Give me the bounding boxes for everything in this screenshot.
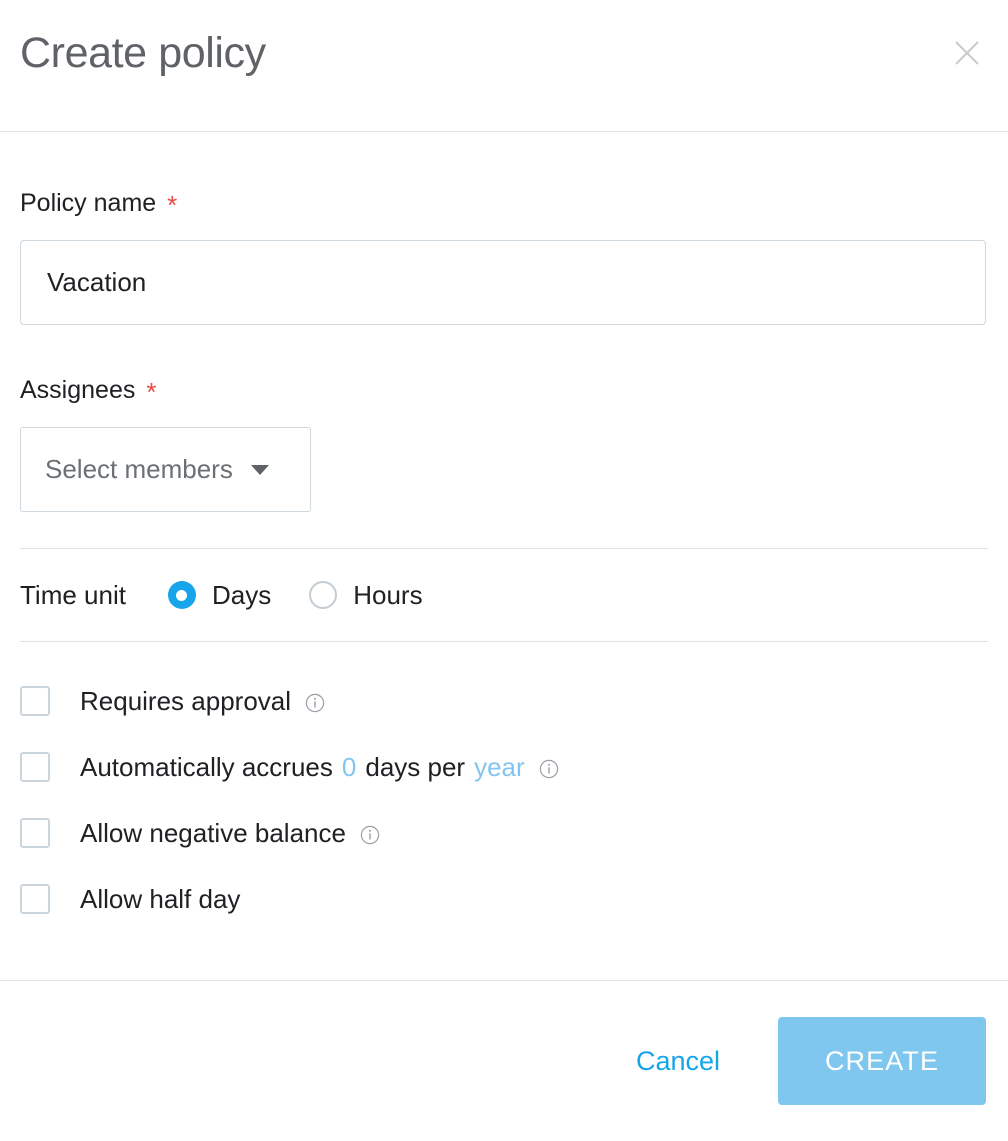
accrual-period-value[interactable]: year (474, 752, 525, 783)
page-title: Create policy (20, 29, 266, 77)
create-policy-dialog: Create policy Policy name * Assignees (0, 0, 1008, 1105)
assignees-select[interactable]: Select members (20, 427, 311, 512)
checkbox-requires-approval[interactable] (20, 686, 50, 716)
required-asterisk: * (146, 377, 157, 407)
policy-options-list: Requires approval Automatically accrues … (0, 642, 1008, 932)
option-auto-accrues[interactable]: Automatically accrues 0 days per year (20, 734, 988, 800)
required-asterisk: * (167, 190, 178, 220)
option-allow-negative-balance[interactable]: Allow negative balance (20, 800, 988, 866)
info-icon[interactable] (305, 693, 325, 713)
checkbox-auto-accrues[interactable] (20, 752, 50, 782)
radio-option-hours[interactable]: Hours (309, 579, 423, 611)
radio-days-icon (167, 581, 196, 609)
radio-hours-icon (309, 581, 338, 609)
info-icon[interactable] (360, 825, 380, 845)
checkbox-allow-half-day[interactable] (20, 884, 50, 914)
policy-name-label: Policy name * (20, 132, 988, 218)
assignees-field-group: Assignees * Select members (0, 325, 1008, 512)
policy-name-label-text: Policy name (20, 189, 157, 217)
accrual-amount-value[interactable]: 0 (342, 752, 356, 783)
assignees-select-value: Select members (45, 454, 233, 484)
dialog-footer: Cancel CREATE (0, 981, 1008, 1141)
policy-name-input[interactable] (20, 240, 986, 325)
radio-option-days[interactable]: Days (167, 579, 272, 611)
create-button[interactable]: CREATE (778, 1017, 986, 1105)
radio-days-label: Days (211, 579, 272, 610)
option-auto-accrues-prefix: Automatically accrues (80, 751, 333, 782)
option-allow-half-day[interactable]: Allow half day (20, 866, 988, 932)
chevron-down-icon (250, 464, 269, 475)
time-unit-row: Time unit Days Hours (0, 549, 1008, 641)
checkbox-allow-negative-balance[interactable] (20, 818, 50, 848)
assignees-label: Assignees * (20, 325, 988, 405)
time-unit-label: Time unit (20, 579, 126, 610)
close-icon (952, 38, 982, 68)
radio-hours-label: Hours (353, 579, 423, 610)
assignees-label-text: Assignees (20, 376, 136, 404)
option-auto-accrues-middle: days per (365, 751, 466, 782)
info-icon[interactable] (539, 759, 559, 779)
policy-name-field-group: Policy name * (0, 132, 1008, 325)
option-allow-half-day-label: Allow half day (80, 883, 241, 914)
cancel-button[interactable]: Cancel (620, 1034, 736, 1089)
dialog-header: Create policy (0, 0, 1008, 131)
time-unit-radio-group: Days Hours (167, 579, 461, 611)
close-button[interactable] (946, 32, 988, 74)
option-requires-approval-label: Requires approval (80, 685, 292, 716)
option-requires-approval[interactable]: Requires approval (20, 668, 988, 734)
dialog-body: Policy name * Assignees * Select members… (0, 132, 1008, 980)
option-allow-negative-balance-label: Allow negative balance (80, 817, 346, 848)
